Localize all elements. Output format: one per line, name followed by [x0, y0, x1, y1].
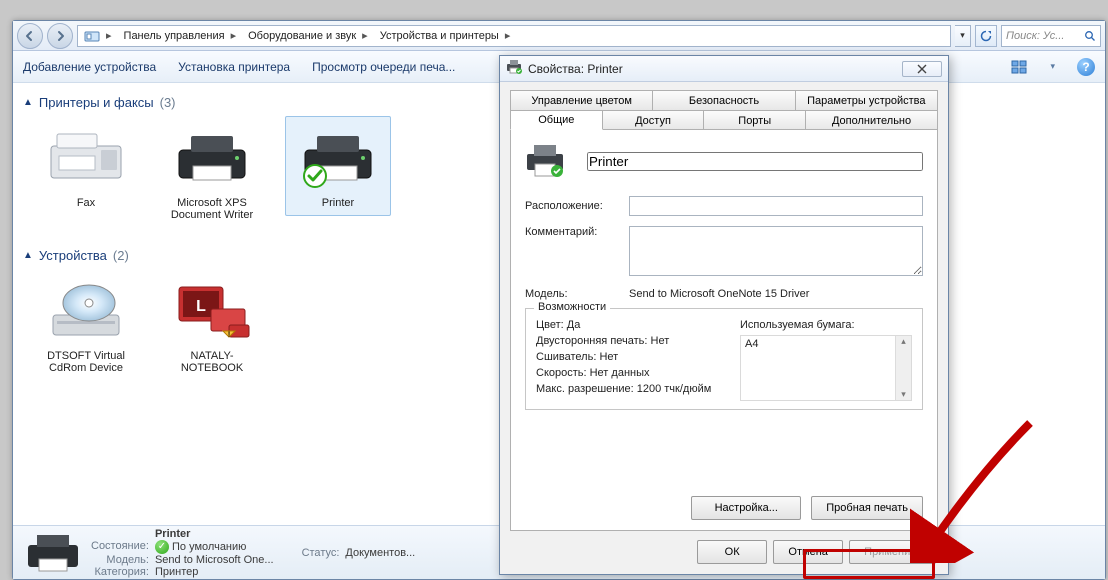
model-label: Модель:	[525, 288, 619, 300]
device-label: Fax	[77, 197, 95, 209]
paper-item: A4	[745, 338, 758, 350]
breadcrumb-devices-printers[interactable]: Устройства и принтеры	[380, 30, 499, 42]
tab-ports[interactable]: Порты	[703, 110, 806, 130]
dialog-button-row: ОК Отмена Применить	[500, 532, 948, 572]
group-printers-count: (3)	[160, 95, 176, 110]
test-page-button[interactable]: Пробная печать	[811, 496, 923, 520]
cap-speed: Скорость: Нет данных	[536, 367, 730, 379]
tab-page-general: Расположение: Комментарий: Модель: Send …	[510, 129, 938, 531]
cmd-view-queue[interactable]: Просмотр очереди печа...	[312, 60, 455, 74]
search-input[interactable]: Поиск: Ус...	[1001, 25, 1101, 47]
tab-advanced[interactable]: Дополнительно	[805, 110, 938, 130]
cap-duplex: Двусторонняя печать: Нет	[536, 335, 730, 347]
device-label: NATALY-NOTEBOOK	[162, 350, 262, 374]
ok-button[interactable]: ОК	[697, 540, 767, 564]
breadcrumb-dropdown[interactable]: ▾	[955, 25, 971, 47]
comment-input[interactable]	[629, 226, 923, 276]
arrow-left-icon	[24, 30, 36, 42]
disclosure-icon: ▲	[23, 250, 33, 261]
cmd-install-printer[interactable]: Установка принтера	[178, 60, 290, 74]
group-devices-label: Устройства	[39, 248, 107, 263]
view-icon	[1011, 60, 1027, 74]
details-model-value: Send to Microsoft One...	[155, 554, 274, 566]
apply-button[interactable]: Применить	[849, 540, 936, 564]
dialog-titlebar[interactable]: Свойства: Printer	[500, 56, 948, 82]
tab-sharing[interactable]: Доступ	[602, 110, 705, 130]
search-placeholder: Поиск: Ус...	[1006, 30, 1064, 42]
settings-button[interactable]: Настройка...	[691, 496, 801, 520]
group-devices-count: (2)	[113, 248, 129, 263]
view-options-dropdown[interactable]: ▾	[1050, 61, 1055, 72]
device-item-nataly[interactable]: L! NATALY-NOTEBOOK	[159, 269, 265, 381]
close-button[interactable]	[902, 61, 942, 77]
refresh-button[interactable]	[975, 25, 997, 47]
tab-color-management[interactable]: Управление цветом	[510, 90, 653, 110]
group-printers-label: Принтеры и факсы	[39, 95, 154, 110]
printer-small-icon	[506, 60, 522, 77]
breadcrumb-control-panel[interactable]: Панель управления	[124, 30, 225, 42]
tab-general[interactable]: Общие	[510, 110, 603, 130]
disclosure-icon: ▲	[23, 97, 33, 108]
device-item-printer[interactable]: Printer	[285, 116, 391, 216]
device-label: Microsoft XPS Document Writer	[162, 197, 262, 221]
printer-large-icon	[525, 144, 565, 178]
search-icon	[1084, 30, 1096, 42]
breadcrumb[interactable]: ▸ Панель управления▸ Оборудование и звук…	[77, 25, 951, 47]
computer-icon: L!	[164, 276, 260, 348]
view-options-button[interactable]	[1008, 57, 1030, 77]
details-category-value: Принтер	[155, 566, 274, 578]
printer-icon	[164, 123, 260, 195]
paper-label: Используемая бумага:	[740, 319, 912, 331]
svg-text:!: !	[228, 332, 230, 339]
cdrom-drive-icon	[38, 276, 134, 348]
help-button[interactable]: ?	[1077, 58, 1095, 76]
cancel-button[interactable]: Отмена	[773, 540, 843, 564]
device-item-fax[interactable]: Fax	[33, 116, 139, 216]
cap-stapler: Сшиватель: Нет	[536, 351, 730, 363]
capabilities-group: Возможности Цвет: Да Двусторонняя печать…	[525, 308, 923, 410]
back-button[interactable]	[17, 23, 43, 49]
capabilities-legend: Возможности	[534, 301, 610, 313]
breadcrumb-hardware-sound[interactable]: Оборудование и звук	[248, 30, 356, 42]
arrow-right-icon	[54, 30, 66, 42]
dialog-title: Свойства: Printer	[528, 62, 623, 76]
printer-name-input[interactable]	[587, 152, 923, 171]
details-name: Printer	[155, 528, 274, 540]
details-status-value: Документов...	[345, 547, 415, 559]
cap-color: Цвет: Да	[536, 319, 730, 331]
location-label: Расположение:	[525, 200, 619, 212]
fax-icon	[38, 123, 134, 195]
location-input[interactable]	[629, 196, 923, 216]
tab-security[interactable]: Безопасность	[652, 90, 795, 110]
device-label: Printer	[322, 197, 354, 209]
details-model-label: Модель:	[91, 554, 149, 566]
forward-button[interactable]	[47, 23, 73, 49]
details-printer-icon	[23, 531, 83, 575]
check-icon: ✓	[155, 540, 169, 554]
details-category-label: Категория:	[91, 566, 149, 578]
svg-text:L: L	[196, 298, 206, 315]
tab-device-settings[interactable]: Параметры устройства	[795, 90, 938, 110]
printer-default-icon	[290, 123, 386, 195]
refresh-icon	[980, 30, 992, 42]
device-item-dtsoft[interactable]: DTSOFT Virtual CdRom Device	[33, 269, 139, 381]
model-value: Send to Microsoft OneNote 15 Driver	[629, 288, 809, 300]
devices-folder-icon	[84, 28, 100, 44]
tab-strip: Управление цветом Безопасность Параметры…	[500, 82, 948, 532]
close-icon	[917, 64, 927, 74]
details-state-value: По умолчанию	[172, 540, 246, 552]
details-state-label: Состояние:	[91, 540, 149, 554]
paper-listbox[interactable]: A4 ▴▾	[740, 335, 912, 401]
printer-properties-dialog: Свойства: Printer Управление цветом Безо…	[499, 55, 949, 575]
comment-label: Комментарий:	[525, 226, 619, 238]
cmd-add-device[interactable]: Добавление устройства	[23, 60, 156, 74]
scrollbar[interactable]: ▴▾	[895, 336, 911, 400]
navigation-bar: ▸ Панель управления▸ Оборудование и звук…	[13, 21, 1105, 51]
details-status-label: Статус:	[302, 547, 340, 559]
cap-maxres: Макс. разрешение: 1200 тчк/дюйм	[536, 383, 730, 395]
device-item-xps[interactable]: Microsoft XPS Document Writer	[159, 116, 265, 228]
device-label: DTSOFT Virtual CdRom Device	[36, 350, 136, 374]
